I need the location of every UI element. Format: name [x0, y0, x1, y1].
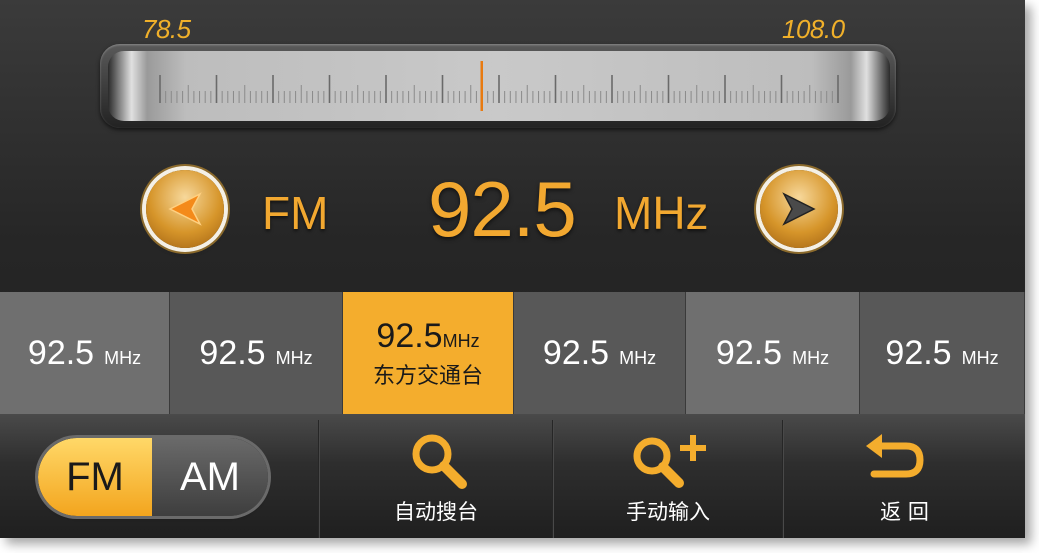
radio-screen: 78.5 108.0 FM 92.5 MHz 92.5 MHz 92.5 MHz 9…: [0, 0, 1025, 538]
back-button[interactable]: 返 回: [784, 420, 1025, 538]
range-max-label: 108.0: [782, 14, 845, 44]
auto-search-label: 自动搜台: [394, 500, 478, 524]
preset-frequency: 92.5: [376, 316, 443, 355]
preset-list: 92.5 MHz 92.5 MHz 92.5MHz 东方交通台 92.5 MHz 92…: [0, 292, 1025, 414]
preset-frequency: 92.5: [715, 333, 783, 372]
fm-toggle-button[interactable]: FM: [38, 438, 152, 516]
search-icon: [412, 434, 467, 489]
prev-station-button[interactable]: [146, 170, 224, 248]
preset-frequency: 92.5: [27, 333, 95, 372]
preset-frequency: 92.5: [542, 333, 610, 372]
manual-input-label: 手动输入: [626, 500, 710, 524]
auto-search-button[interactable]: 自动搜台: [320, 420, 552, 538]
next-station-button[interactable]: [760, 170, 838, 248]
preset-unit: MHz: [275, 347, 313, 368]
preset-5[interactable]: 92.5 MHz: [686, 292, 860, 414]
frequency-unit: MHz: [614, 187, 709, 239]
search-plus-icon: [633, 435, 706, 488]
preset-unit: MHz: [104, 347, 142, 368]
current-frequency: 92.5: [428, 165, 577, 253]
preset-unit: MHz: [961, 347, 999, 368]
manual-input-button[interactable]: 手动输入: [554, 420, 782, 538]
range-min-label: 78.5: [142, 14, 191, 44]
preset-station-name: 东方交通台: [372, 363, 483, 389]
left-arrow-icon: [168, 192, 202, 226]
am-toggle-button[interactable]: AM: [152, 438, 268, 516]
preset-frequency: 92.5: [199, 333, 266, 372]
preset-unit: MHz: [442, 330, 480, 351]
right-arrow-icon: [782, 192, 816, 226]
preset-1[interactable]: 92.5 MHz: [0, 292, 170, 414]
preset-3[interactable]: 92.5MHz 东方交通台: [343, 292, 514, 414]
band-toggle: FM AM: [38, 438, 268, 516]
preset-unit: MHz: [619, 347, 657, 368]
current-band: FM: [262, 187, 329, 239]
preset-6[interactable]: 92.5 MHz: [860, 292, 1025, 414]
return-icon: [866, 434, 924, 478]
preset-unit: MHz: [792, 347, 830, 368]
back-label: 返 回: [880, 500, 929, 524]
tuner-scale[interactable]: [108, 51, 890, 121]
tuner-ticks: [159, 61, 839, 111]
preset-4[interactable]: 92.5 MHz: [514, 292, 686, 414]
preset-frequency: 92.5: [885, 333, 952, 372]
preset-2[interactable]: 92.5 MHz: [170, 292, 343, 414]
